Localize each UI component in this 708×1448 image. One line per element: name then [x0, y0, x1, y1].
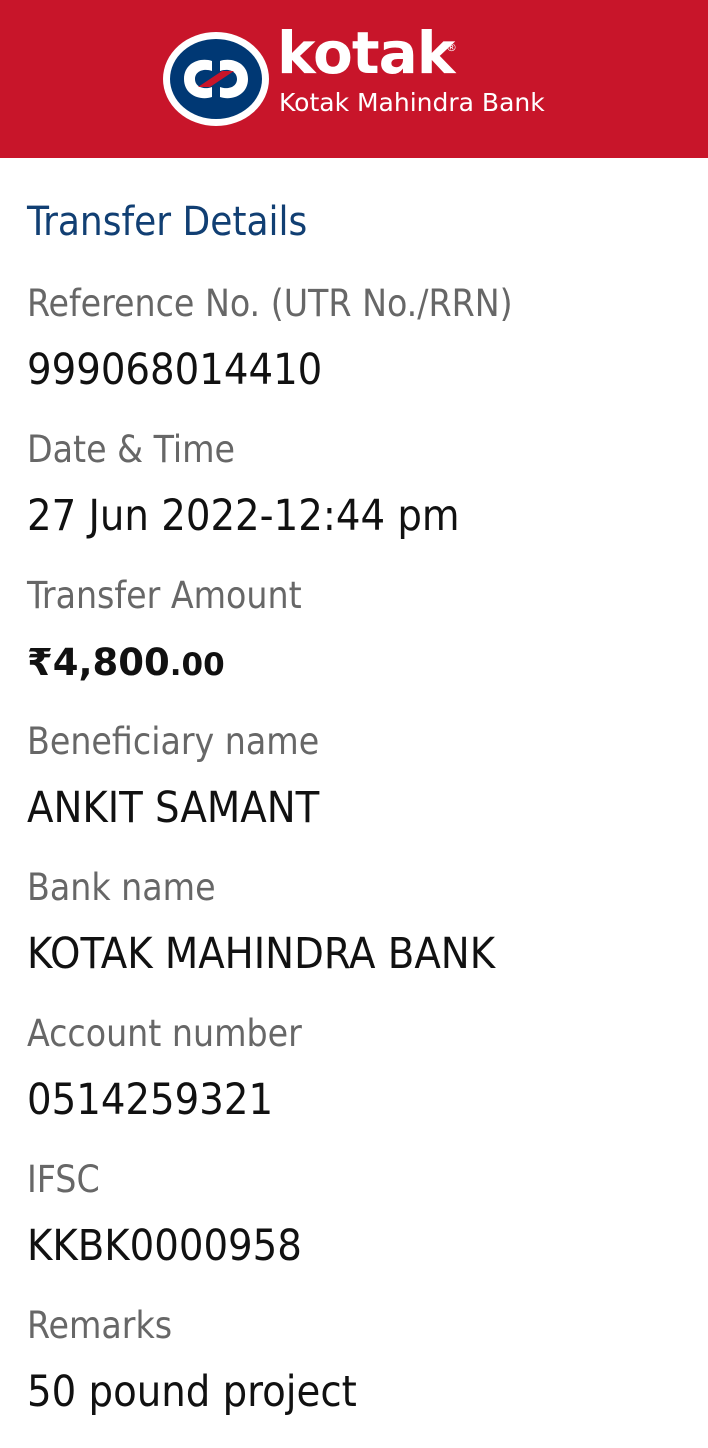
bank-name-value: KOTAK MAHINDRA BANK [27, 929, 496, 979]
remarks-value: 50 pound project [27, 1367, 357, 1417]
bank-name-label: Bank name [27, 866, 216, 909]
section-title: Transfer Details [27, 199, 308, 245]
bank-header: kotak ® Kotak Mahindra Bank [0, 0, 708, 158]
brand-name: kotak [277, 19, 455, 87]
account-number-label: Account number [27, 1012, 302, 1055]
beneficiary-label: Beneficiary name [27, 720, 320, 763]
ifsc-label: IFSC [27, 1158, 100, 1201]
account-number-value: 0514259321 [27, 1075, 274, 1125]
beneficiary-value: ANKIT SAMANT [27, 783, 320, 833]
date-time-label: Date & Time [27, 428, 236, 471]
brand-registered-mark: ® [446, 41, 457, 54]
amount-main: ₹4,800 [27, 641, 170, 684]
amount-decimal: .00 [169, 647, 225, 683]
reference-label: Reference No. (UTR No./RRN) [27, 282, 513, 325]
transfer-amount-label: Transfer Amount [27, 574, 302, 617]
remarks-label: Remarks [27, 1304, 173, 1347]
reference-value: 999068014410 [27, 345, 323, 395]
transfer-amount-value: ₹4,800.00 [27, 641, 225, 684]
brand-subtitle: Kotak Mahindra Bank [279, 88, 545, 117]
date-time-value: 27 Jun 2022-12:44 pm [27, 491, 460, 541]
ifsc-value: KKBK0000958 [27, 1221, 302, 1271]
kotak-logo-icon [163, 32, 269, 126]
